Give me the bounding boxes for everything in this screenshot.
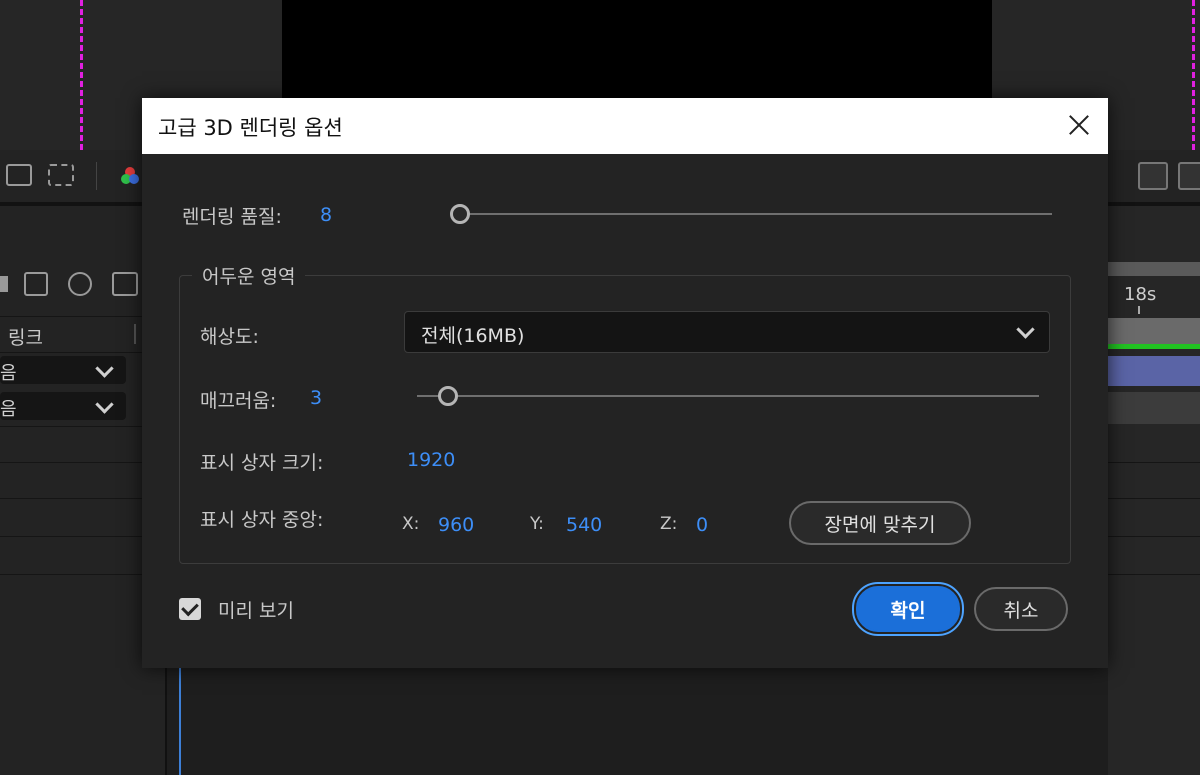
color-channels-icon[interactable] — [120, 166, 140, 186]
column-divider — [134, 324, 136, 344]
chevron-down-icon — [95, 359, 114, 378]
graph-editor-icon[interactable] — [112, 272, 138, 296]
row-divider — [0, 426, 165, 427]
row-divider — [0, 352, 165, 353]
row-divider — [0, 574, 165, 575]
timeline-tick — [1138, 306, 1140, 314]
render-quality-slider-thumb[interactable] — [450, 204, 470, 224]
layer-clip-bar[interactable] — [1108, 392, 1200, 424]
fit-to-scene-button[interactable]: 장면에 맞추기 — [789, 501, 971, 545]
resolution-select[interactable]: 전체(16MB) — [404, 311, 1050, 353]
row-divider — [1108, 462, 1200, 463]
row-divider — [1108, 498, 1200, 499]
timeline-marker-label: 18s — [1124, 284, 1157, 305]
column-header-link: 링크 — [8, 327, 43, 349]
resolution-label: 해상도: — [200, 326, 259, 348]
row-divider — [1108, 574, 1200, 575]
checkmark-icon — [181, 598, 199, 617]
3d-view-icon[interactable] — [1138, 162, 1168, 190]
close-icon[interactable] — [1064, 110, 1094, 140]
parent-dropdown-2[interactable]: 음 — [0, 392, 126, 420]
dialog-titlebar[interactable]: 고급 3D 렌더링 옵션 — [142, 98, 1108, 154]
box-center-x-label: X: — [402, 514, 420, 534]
render-quality-value[interactable]: 8 — [320, 204, 332, 226]
smoothness-slider[interactable] — [417, 395, 1039, 397]
box-center-label: 표시 상자 중앙: — [200, 509, 324, 531]
render-quality-slider[interactable] — [460, 213, 1052, 215]
row-divider — [0, 462, 165, 463]
parent-dropdown-value: 음 — [0, 363, 17, 384]
view-layout-icon[interactable] — [1178, 162, 1200, 190]
smoothness-label: 매끄러움: — [200, 390, 277, 412]
work-area-bar[interactable] — [1108, 262, 1200, 276]
box-size-value[interactable]: 1920 — [407, 449, 455, 471]
guide-line-left — [80, 0, 83, 150]
parent-dropdown-value: 음 — [0, 399, 17, 420]
ok-button[interactable]: 확인 — [852, 582, 964, 636]
dark-area-legend: 어두운 영역 — [192, 262, 306, 289]
row-divider — [1108, 536, 1200, 537]
grid-guides-icon[interactable] — [48, 164, 74, 186]
render-quality-label: 렌더링 품질: — [182, 206, 282, 228]
panel-icon[interactable] — [0, 276, 8, 292]
box-center-y-value[interactable]: 540 — [566, 514, 602, 536]
advanced-3d-render-options-dialog: 고급 3D 렌더링 옵션 렌더링 품질: 8 어두운 영역 해상도: 전체(16… — [142, 98, 1108, 668]
preview-label[interactable]: 미리 보기 — [218, 596, 294, 623]
playhead-line — [179, 660, 181, 775]
chevron-down-icon — [1016, 320, 1035, 339]
box-center-x-value[interactable]: 960 — [438, 514, 474, 536]
motion-blur-icon[interactable] — [68, 272, 92, 296]
panel-icon-row — [0, 270, 160, 300]
layer-clip-bar[interactable] — [1108, 356, 1200, 386]
smoothness-slider-thumb[interactable] — [438, 386, 459, 406]
time-ruler[interactable] — [1108, 318, 1200, 344]
box-center-z-label: Z: — [660, 514, 678, 534]
row-divider — [0, 498, 165, 499]
preview-checkbox[interactable] — [179, 598, 201, 620]
playhead-bar — [1108, 344, 1200, 349]
guide-line-right — [1192, 0, 1195, 150]
box-center-y-label: Y: — [530, 514, 544, 534]
frame-blend-icon[interactable] — [24, 272, 48, 296]
chevron-down-icon — [95, 395, 114, 414]
timeline-panel: 18s — [1108, 206, 1200, 775]
row-divider — [0, 316, 165, 317]
box-size-label: 표시 상자 크기: — [200, 452, 324, 474]
smoothness-value[interactable]: 3 — [310, 387, 322, 409]
parent-dropdown-1[interactable]: 음 — [0, 356, 126, 384]
box-center-z-value[interactable]: 0 — [696, 514, 708, 536]
cancel-button[interactable]: 취소 — [974, 587, 1068, 631]
dialog-title: 고급 3D 렌더링 옵션 — [158, 116, 343, 140]
resolution-selected-value: 전체(16MB) — [421, 325, 525, 347]
region-of-interest-icon[interactable] — [6, 164, 32, 186]
row-divider — [0, 536, 165, 537]
toolbar-divider — [96, 162, 97, 190]
